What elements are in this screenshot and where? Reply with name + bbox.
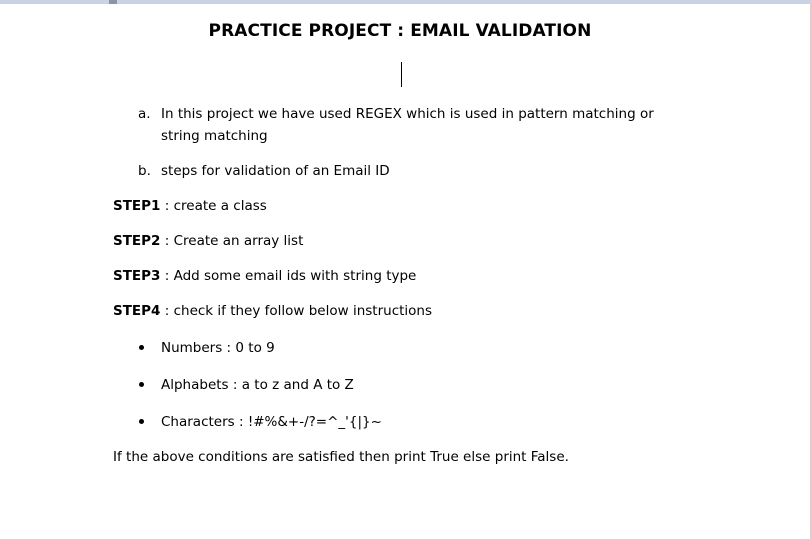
step-label: STEP3 xyxy=(113,268,161,284)
text-cursor xyxy=(401,62,402,87)
list-marker: a. xyxy=(138,106,151,122)
step-1: STEP1 : create a class xyxy=(113,195,267,217)
step-label: STEP2 xyxy=(113,233,161,249)
step-text: : check if they follow below instruction… xyxy=(160,303,433,319)
step-4: STEP4 : check if they follow below instr… xyxy=(113,300,432,322)
bullet-text: Numbers : 0 to 9 xyxy=(161,340,275,356)
step-2: STEP2 : Create an array list xyxy=(113,230,303,252)
list-item-text: steps for validation of an Email ID xyxy=(161,163,390,179)
step-label: STEP1 xyxy=(113,198,161,214)
step-label: STEP4 xyxy=(113,303,161,319)
bullet-dot-icon xyxy=(139,382,144,387)
step-3: STEP3 : Add some email ids with string t… xyxy=(113,265,416,287)
step-text: : Create an array list xyxy=(160,233,304,249)
document-page[interactable]: PRACTICE PROJECT : EMAIL VALIDATION a. I… xyxy=(0,4,810,539)
list-item-text: In this project we have used REGEX which… xyxy=(161,106,654,144)
conclusion-paragraph: If the above conditions are satisfied th… xyxy=(113,449,569,465)
bullet-text: Alphabets : a to z and A to Z xyxy=(161,377,354,393)
bullet-dot-icon xyxy=(139,419,144,424)
step-text: : create a class xyxy=(160,198,267,214)
step-text: : Add some email ids with string type xyxy=(160,268,417,284)
bullet-dot-icon xyxy=(139,345,144,350)
document-title: PRACTICE PROJECT : EMAIL VALIDATION xyxy=(208,21,592,41)
list-marker: b. xyxy=(138,163,151,179)
bullet-text: Characters : !#%&+-/?=^_'{|}~ xyxy=(161,414,382,430)
